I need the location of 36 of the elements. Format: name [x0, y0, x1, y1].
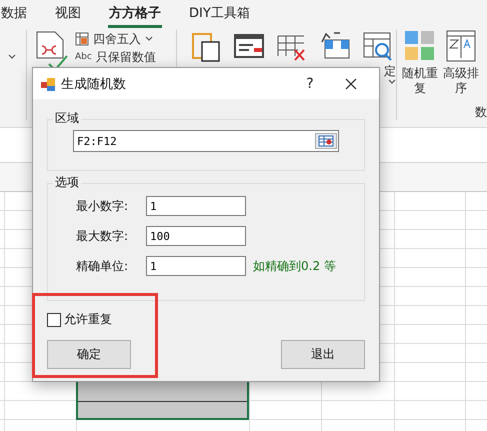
close-icon[interactable] [345, 78, 357, 90]
help-button[interactable]: ? [295, 70, 325, 96]
checkbox[interactable] [47, 312, 61, 326]
group-label: 数 [475, 105, 487, 120]
caret-icon [388, 79, 396, 85]
clipboard-icon[interactable] [190, 30, 220, 62]
caret-icon [145, 36, 153, 42]
range-field[interactable]: F2:F12 [73, 130, 339, 152]
field-label: 最小数字: [76, 198, 130, 214]
ribbon-tab[interactable]: DIY工具箱 [188, 0, 251, 28]
random-repeat-label[interactable]: 随机重复 [401, 66, 439, 96]
number-field[interactable]: 100 [146, 226, 246, 246]
abc-tag: Abc [75, 52, 92, 62]
field-label: 精确单位: [76, 258, 130, 274]
field-label: 最大数字: [76, 228, 130, 244]
color-blocks-icon[interactable] [404, 30, 436, 62]
table-search-icon[interactable] [362, 30, 392, 62]
rounding-dropdown[interactable]: 四舍五入 [75, 30, 156, 48]
ribbon-tab[interactable]: 数据 [0, 0, 28, 28]
exit-button[interactable]: 退出 [281, 340, 365, 369]
range-picker-button[interactable] [315, 133, 337, 149]
sort-az-icon[interactable] [446, 30, 476, 62]
confirm-button[interactable]: 确定 [47, 340, 131, 369]
number-field[interactable]: 1 [146, 256, 246, 276]
tool-label: 定 [384, 64, 396, 79]
checkbox-label[interactable]: 允许重复 [64, 311, 112, 328]
number-field[interactable]: 1 [146, 196, 246, 216]
ribbon-tab[interactable]: 视图 [54, 0, 82, 28]
caret-icon [8, 54, 16, 60]
dialog-title: 生成随机数 [61, 76, 127, 92]
app-icon [41, 76, 55, 90]
grid-icon [75, 32, 89, 46]
group-title: 选项 [53, 174, 81, 191]
advanced-sort-label[interactable]: 高级排序 [442, 66, 480, 96]
keep-values-button[interactable]: Abc 只保留数值 [75, 48, 156, 66]
hint-text: 如精确到0.2 等 [253, 258, 336, 274]
